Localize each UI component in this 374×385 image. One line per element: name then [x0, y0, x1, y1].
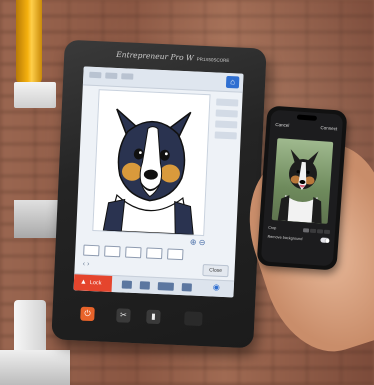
embroidery-machine-tablet: Entrepreneur Pro W PR1X50SCORE ⌂ ⊕ ⊖ ‹ ›… — [51, 39, 267, 349]
connect-button[interactable]: Connect — [320, 125, 337, 131]
remove-bg-row: Remove background — [267, 234, 330, 244]
thumbnail[interactable] — [125, 246, 142, 259]
thumbnail[interactable] — [104, 245, 121, 258]
phone-screen: Cancel Connect Crop Remove background — [260, 109, 344, 267]
toolbar-tab[interactable] — [89, 71, 102, 79]
home-icon[interactable]: ⌂ — [225, 75, 240, 89]
side-tool-panel — [208, 94, 240, 235]
machine-base — [0, 350, 70, 385]
toolbar-tab[interactable] — [121, 73, 134, 80]
hoop-icon[interactable] — [157, 282, 174, 291]
tool-slot[interactable] — [214, 131, 237, 140]
page-nav-arrows[interactable]: ‹ › — [83, 261, 90, 268]
needle-button[interactable]: ▮ — [146, 309, 161, 325]
scissors-button[interactable]: ✂ — [116, 308, 131, 323]
toolbar-tab[interactable] — [105, 72, 118, 79]
start-stop-button[interactable]: ⏻ — [80, 306, 95, 322]
tablet-brand: Entrepreneur Pro W PR1X50SCORE — [116, 49, 229, 63]
remove-background-toggle[interactable] — [320, 237, 330, 244]
wifi-icon: ◉ — [212, 282, 221, 292]
crop-options[interactable] — [302, 228, 331, 235]
phone-controls: Crop Remove background — [267, 225, 331, 247]
speed-button[interactable] — [184, 311, 203, 327]
close-button[interactable]: Close — [202, 264, 229, 278]
frame-icon[interactable] — [139, 281, 151, 290]
cancel-button[interactable]: Cancel — [275, 122, 289, 128]
smartphone: Cancel Connect Crop Remove background — [256, 105, 348, 271]
zoom-icon[interactable]: ⊕ ⊖ — [190, 237, 206, 247]
crop-label: Crop — [268, 225, 277, 231]
spool-holder — [14, 82, 56, 108]
dog-embroidery-design — [102, 108, 194, 236]
warning-icon: ▲ — [79, 278, 88, 286]
tablet-screen: ⌂ ⊕ ⊖ ‹ › Close ▲ Lock ◉ — [73, 66, 244, 298]
thumbnail[interactable] — [83, 244, 100, 257]
hardware-buttons: ⏻ ✂ ▮ — [52, 303, 255, 332]
thumbnail[interactable] — [167, 248, 184, 261]
phone-header: Cancel Connect — [275, 122, 337, 131]
thread-spool — [16, 0, 42, 84]
crop-row: Crop — [268, 225, 331, 235]
tool-slot[interactable] — [215, 120, 238, 129]
lock-label: Lock — [89, 279, 102, 287]
thumbnail[interactable] — [146, 247, 163, 260]
document-icon[interactable] — [121, 280, 133, 289]
lock-button[interactable]: ▲ Lock — [73, 274, 113, 292]
brand-name: Entrepreneur Pro W — [116, 49, 194, 63]
thread-icon[interactable] — [181, 283, 192, 292]
tool-slot[interactable] — [216, 98, 239, 107]
pattern-thumbnails — [83, 244, 213, 263]
remove-background-label: Remove background — [267, 234, 303, 241]
tool-slot[interactable] — [215, 109, 238, 118]
screen-bottom-bar: ▲ Lock ◉ — [73, 273, 235, 298]
brand-model: PR1X50SCORE — [196, 56, 230, 64]
dog-photo-image — [277, 149, 322, 224]
dog-photo[interactable] — [271, 138, 334, 224]
embroidery-design-canvas[interactable] — [92, 89, 211, 237]
phone-notch — [296, 114, 318, 121]
